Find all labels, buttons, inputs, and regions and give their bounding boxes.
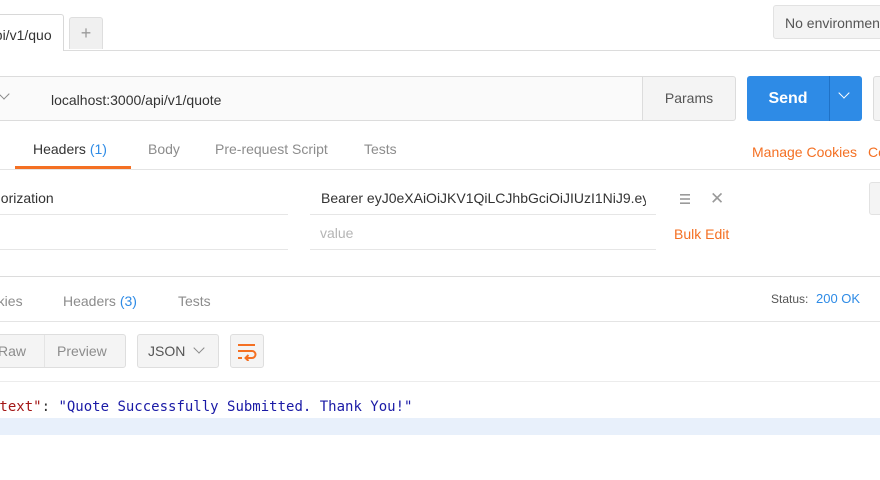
header-value-placeholder[interactable]: value <box>320 225 353 241</box>
bulk-edit-link[interactable]: Bulk Edit <box>674 226 729 242</box>
response-tab-tests[interactable]: Tests <box>178 293 211 309</box>
tab-headers-label: Headers <box>33 141 86 157</box>
request-tab[interactable]: api/v1/quo <box>0 14 64 51</box>
url-input[interactable]: localhost:3000/api/v1/quote <box>39 76 643 121</box>
format-select-label[interactable]: JSON <box>148 343 185 359</box>
response-body-line: "text": "Quote Successfully Submitted. T… <box>0 399 412 415</box>
response-tab-headers[interactable]: Headers (3) <box>63 293 137 309</box>
json-colon: : <box>41 399 59 415</box>
json-key: "text" <box>0 399 42 415</box>
response-headers-count-badge: (3) <box>119 293 137 309</box>
view-mode-divider <box>44 335 45 367</box>
tab-bar <box>0 0 880 51</box>
tab-headers[interactable]: Headers (1) <box>33 141 107 157</box>
raw-view-button[interactable]: Raw <box>0 343 26 359</box>
header-value-input[interactable]: Bearer eyJ0eXAiOiJKV1QiLCJhbGciOiJIUzI1N… <box>321 190 646 206</box>
headers-count-badge: (1) <box>89 141 107 157</box>
send-dropdown-button[interactable] <box>829 76 862 121</box>
header-key-text: Authorization <box>0 190 54 206</box>
manage-cookies-link[interactable]: Manage Cookies <box>752 144 857 160</box>
new-tab-button[interactable]: + <box>69 17 103 49</box>
tab-tests[interactable]: Tests <box>364 141 397 157</box>
highlighted-line <box>0 418 880 435</box>
header-key-underline <box>0 214 288 215</box>
save-button[interactable] <box>873 76 880 121</box>
status-label: Status: <box>771 292 809 306</box>
tab-body[interactable]: Body <box>148 141 180 157</box>
drag-handle-icon[interactable] <box>678 192 692 206</box>
environment-select[interactable]: No environment <box>773 5 880 39</box>
presets-button[interactable] <box>869 182 880 215</box>
response-tabs-divider <box>0 321 880 322</box>
json-value: "Quote Successfully Submitted. Thank You… <box>58 399 413 415</box>
response-tab-cookies-label: Cookies <box>0 293 23 309</box>
request-tab-label: api/v1/quo <box>0 27 52 43</box>
response-tab-headers-label: Headers <box>63 293 116 309</box>
method-select[interactable] <box>0 76 40 121</box>
tab-prerequest-script[interactable]: Pre-request Script <box>215 141 328 157</box>
request-tabs-divider <box>0 169 880 170</box>
wrap-lines-icon[interactable] <box>236 341 258 361</box>
response-divider <box>0 276 880 277</box>
preview-view-button[interactable]: Preview <box>57 343 107 359</box>
header-key-empty-underline <box>0 249 288 250</box>
header-value-underline <box>310 214 656 215</box>
response-body-divider <box>0 381 880 382</box>
code-link[interactable]: Code <box>868 144 880 160</box>
status-value: 200 OK <box>816 291 861 306</box>
close-icon[interactable]: ✕ <box>710 190 724 207</box>
response-tab-cookies[interactable]: Cookies <box>0 293 23 309</box>
header-key-input[interactable]: Authorization <box>0 190 54 206</box>
send-button[interactable]: Send <box>747 76 829 121</box>
header-value-empty-underline <box>310 249 656 250</box>
params-button[interactable]: Params <box>642 76 736 121</box>
tab-bar-divider <box>0 50 880 51</box>
